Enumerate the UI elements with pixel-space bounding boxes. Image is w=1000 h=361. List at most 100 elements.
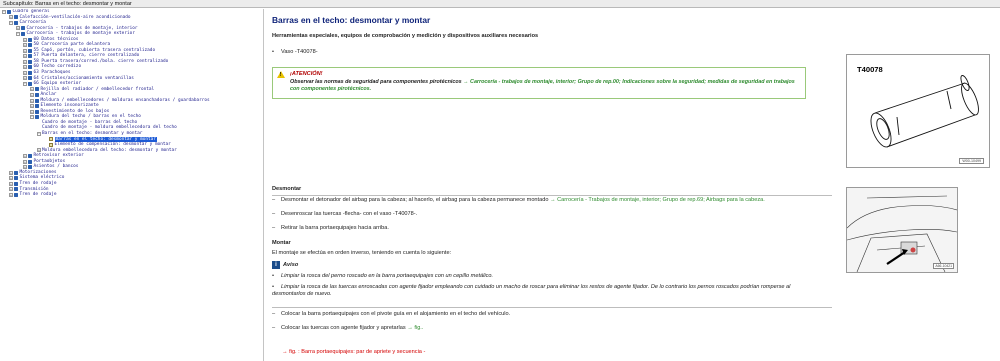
- expand-icon[interactable]: +: [23, 54, 27, 59]
- warning-text-prefix: Observar las normas de seguridad para co…: [290, 79, 464, 85]
- expand-icon[interactable]: +: [23, 76, 27, 81]
- collapse-icon[interactable]: −: [16, 31, 20, 36]
- aviso-header: i Aviso: [272, 261, 298, 269]
- book-icon: [35, 87, 39, 92]
- step-link[interactable]: → Carrocería - Trabajos de montaje, inte…: [550, 197, 765, 203]
- tree-item-label: Cuadro general: [12, 9, 50, 14]
- tree-item-label: Tren de rodaje: [19, 192, 57, 198]
- warning-box: ! ¡ATENCIÓN! Observar las normas de segu…: [272, 67, 806, 99]
- info-icon: i: [272, 261, 280, 269]
- expand-icon[interactable]: +: [23, 165, 27, 170]
- book-icon: [35, 115, 39, 120]
- expand-icon[interactable]: +: [9, 187, 13, 192]
- tree-item-label: 63 Parachoques: [33, 70, 71, 76]
- book-icon: [28, 48, 32, 53]
- expand-icon[interactable]: +: [9, 192, 13, 197]
- bullet-dash: –: [272, 325, 276, 331]
- step-text: Colocar la barra portaequipajes con el p…: [281, 311, 511, 317]
- bullet-dash: –: [272, 197, 276, 203]
- aviso-item-text: Limpiar la rosca del perno roscado en la…: [281, 273, 494, 279]
- tree-item-label: Anclar: [40, 92, 57, 98]
- warning-icon-mark: !: [279, 71, 282, 78]
- section-montar: Montar: [272, 240, 291, 246]
- book-icon: [14, 20, 18, 25]
- collapse-icon[interactable]: −: [37, 131, 41, 136]
- collapse-icon[interactable]: −: [2, 9, 6, 14]
- expand-icon[interactable]: +: [9, 176, 13, 181]
- expand-icon[interactable]: +: [23, 59, 27, 64]
- book-icon: [35, 92, 39, 97]
- roof-rail-illustration: [847, 195, 957, 272]
- expand-icon[interactable]: +: [23, 70, 27, 75]
- expand-icon[interactable]: +: [23, 159, 27, 164]
- expand-icon[interactable]: +: [23, 43, 27, 48]
- step-item: – Desenroscar las tuercas -flecha- con el…: [272, 211, 832, 218]
- tree-item-label: Barras en el techo: desmontar y montar: [42, 131, 143, 137]
- book-icon: [21, 26, 25, 31]
- expand-icon[interactable]: +: [30, 104, 34, 109]
- expand-icon[interactable]: +: [30, 109, 34, 114]
- book-icon: [14, 170, 18, 175]
- expand-icon[interactable]: +: [23, 65, 27, 70]
- bullet-dot: •: [272, 273, 274, 279]
- book-icon: [14, 15, 18, 20]
- collapse-icon[interactable]: −: [30, 115, 34, 120]
- book-icon: [28, 54, 32, 59]
- tree-item-label: Elemento insonorizante: [40, 103, 99, 109]
- aviso-item-text: Limpiar la rosca de las tuercas enroscad…: [272, 284, 791, 297]
- expand-icon[interactable]: +: [30, 87, 34, 92]
- step-item: – Desmontar el detonador del airbag para …: [272, 197, 832, 204]
- step-text: Retirar la barra portaequipajes hacia ar…: [281, 225, 389, 231]
- tree-item-label: Calefacción-ventilación-aire acondiciona…: [19, 14, 131, 20]
- tree-item-label: 57 Puerta delantera, cierre centralizado: [33, 53, 140, 59]
- tree-item-label: 50 Carrocería parte delantera: [33, 42, 111, 48]
- expand-icon[interactable]: +: [30, 92, 34, 97]
- collapse-icon[interactable]: −: [9, 20, 13, 25]
- figure1-code: W00-10499: [959, 158, 984, 164]
- bullet-dash: –: [272, 211, 276, 217]
- step-link[interactable]: → fig..: [407, 325, 423, 331]
- section-rule: [272, 195, 832, 196]
- tree-item-label: 60 Techo corredizo: [33, 64, 82, 70]
- book-icon: [35, 104, 39, 109]
- bullet-dot: •: [272, 284, 274, 290]
- collapse-icon[interactable]: −: [23, 81, 27, 86]
- expand-icon[interactable]: +: [9, 181, 13, 186]
- tool-bullet-text: Vaso -T40078-: [281, 49, 318, 55]
- pane-divider[interactable]: [263, 9, 264, 361]
- step-item: – Colocar las tuercas con agente fijador …: [272, 325, 832, 332]
- tree-item-label: Elemento de compensación: desmontar y mo…: [54, 142, 171, 148]
- book-icon: [28, 37, 32, 42]
- navigation-tree[interactable]: − Cuadro general + Calefacción-ventilación-…: [0, 9, 264, 361]
- bullet-dash: –: [272, 311, 276, 317]
- expand-icon[interactable]: +: [37, 148, 41, 153]
- expand-icon[interactable]: +: [23, 48, 27, 53]
- section-desmontar: Desmontar: [272, 186, 302, 192]
- expand-icon[interactable]: +: [30, 98, 34, 103]
- tools-subtitle: Herramientas especiales, equipos de comp…: [272, 33, 539, 39]
- tree-item[interactable]: + Tren de rodaje: [0, 192, 264, 198]
- book-icon: [14, 176, 18, 181]
- tree-item-label: Cuadro de montaje - moldura embellecedor…: [42, 125, 177, 131]
- book-icon: [28, 81, 32, 86]
- expand-icon[interactable]: +: [9, 15, 13, 20]
- expand-icon[interactable]: +: [23, 154, 27, 158]
- book-icon: [28, 43, 32, 48]
- tree-item-label: 66 Equipo exterior: [33, 81, 82, 87]
- window-titlebar: Subcapítulo: Barras en el techo: desmont…: [0, 0, 1000, 8]
- footer-figure-link[interactable]: → fig. : Barra portaequipajes: par de ap…: [282, 349, 425, 356]
- warning-title: ¡ATENCIÓN!: [290, 71, 323, 77]
- book-icon: [28, 70, 32, 75]
- book-icon: [21, 31, 25, 36]
- step-text: Desmontar el detonador del airbag para l…: [281, 197, 550, 203]
- book-icon: [14, 181, 18, 186]
- tree-item-label: 64 Cristales/accionamiento ventanillas: [33, 75, 134, 81]
- expand-icon[interactable]: +: [16, 26, 20, 31]
- step-item: – Retirar la barra portaequipajes hacia a…: [272, 225, 832, 232]
- aviso-rule: [272, 307, 832, 308]
- book-icon: [28, 154, 32, 158]
- tree-item-label: Moldura del techo / barras en el techo: [40, 114, 141, 120]
- book-icon: [28, 65, 32, 70]
- expand-icon[interactable]: +: [9, 170, 13, 175]
- expand-icon[interactable]: +: [23, 37, 27, 42]
